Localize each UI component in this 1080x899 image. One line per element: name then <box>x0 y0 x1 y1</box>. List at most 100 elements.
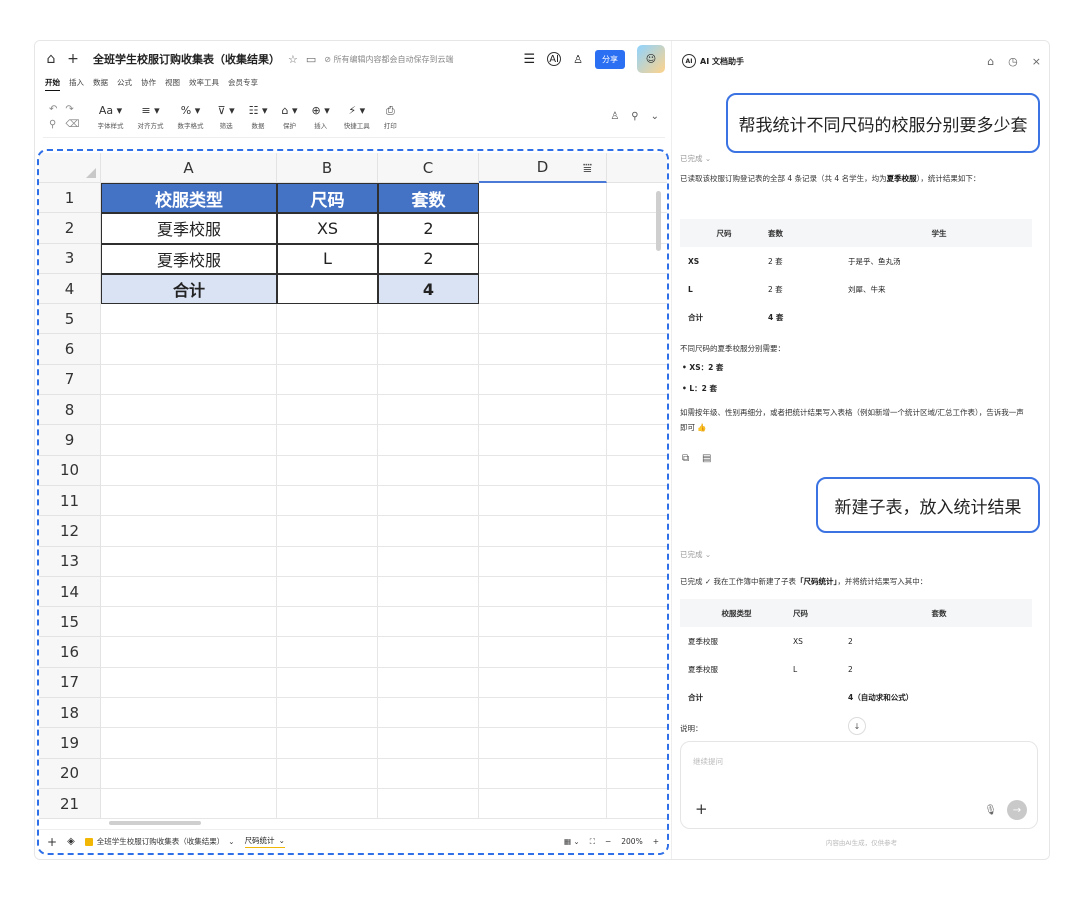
cell-b15[interactable] <box>277 607 378 638</box>
cell-c20[interactable] <box>378 758 479 789</box>
cell-e17[interactable] <box>607 668 667 699</box>
cell-c15[interactable] <box>378 607 479 638</box>
cell-b8[interactable] <box>277 395 378 426</box>
cell-c3[interactable]: 2 <box>378 243 479 274</box>
cell-b5[interactable] <box>277 304 378 335</box>
home-icon[interactable]: ⌂ <box>43 51 59 67</box>
cell-c7[interactable] <box>378 364 479 396</box>
cell-a5[interactable] <box>101 304 277 335</box>
menu-item-insert[interactable]: 插入 <box>69 77 84 91</box>
cell-c4[interactable]: 4 <box>378 273 479 305</box>
ai-icon[interactable]: AI <box>547 52 562 66</box>
vertical-scrollbar[interactable] <box>656 191 661 251</box>
status-completed-2[interactable]: 已完成 ⌄ <box>680 549 711 560</box>
align-button[interactable]: ≡ ▾ 对齐方式 <box>138 104 164 130</box>
cell-c10[interactable] <box>378 455 479 486</box>
cell-a19[interactable] <box>101 728 277 759</box>
cell-a2[interactable]: 夏季校服 <box>101 213 277 244</box>
cell-a21[interactable] <box>101 788 277 820</box>
cell-c9[interactable] <box>378 425 479 456</box>
cell-d6[interactable] <box>479 334 607 365</box>
print-button[interactable]: ⎙ 打印 <box>384 104 397 130</box>
cell-c21[interactable] <box>378 788 479 820</box>
menu-item-view[interactable]: 视图 <box>165 77 180 91</box>
chevron-down-icon[interactable]: ⌄ <box>651 111 659 122</box>
cell-a3[interactable]: 夏季校服 <box>101 243 277 274</box>
menu-item-data[interactable]: 数据 <box>93 77 108 91</box>
save-icon[interactable]: ▤ <box>702 453 711 464</box>
cell-d11[interactable] <box>479 485 607 517</box>
pin-icon[interactable]: ⌂ <box>987 55 994 68</box>
cell-b13[interactable] <box>277 546 378 577</box>
cell-d4[interactable] <box>479 273 607 305</box>
row-header[interactable]: 10 <box>39 455 101 486</box>
cell-b4[interactable] <box>277 273 378 305</box>
row-header[interactable]: 18 <box>39 698 101 729</box>
row-header[interactable]: 5 <box>39 304 101 335</box>
cell-e18[interactable] <box>607 698 667 729</box>
undo-icon[interactable]: ↶ <box>49 104 57 115</box>
history-icon[interactable]: ◷ <box>1008 55 1018 68</box>
row-header[interactable]: 17 <box>39 667 101 699</box>
cell-e5[interactable] <box>607 304 667 335</box>
row-header[interactable]: 20 <box>39 758 101 789</box>
cell-e20[interactable] <box>607 759 667 789</box>
sheet-tab-size-stats[interactable]: 尺码统计 ⌄ <box>244 835 285 848</box>
cell-e9[interactable] <box>607 425 667 456</box>
star-icon[interactable]: ☆ <box>288 53 298 66</box>
filter-button[interactable]: ⊽ ▾ 筛选 <box>218 104 235 130</box>
status-completed-1[interactable]: 已完成 ⌄ <box>680 153 711 164</box>
row-header[interactable]: 8 <box>39 395 101 426</box>
cell-c19[interactable] <box>378 728 479 759</box>
cell-d14[interactable] <box>479 576 607 608</box>
cell-c12[interactable] <box>378 516 479 547</box>
row-header[interactable]: 15 <box>39 607 101 638</box>
document-title[interactable]: 全班学生校服订购收集表（收集结果） <box>93 51 280 67</box>
cell-c16[interactable] <box>378 637 479 668</box>
view-mode-icon[interactable]: ▦ ⌄ <box>564 837 580 846</box>
cell-c2[interactable]: 2 <box>378 213 479 244</box>
format-painter-icon[interactable]: ⚲ <box>49 119 57 130</box>
row-header[interactable]: 1 <box>39 183 101 214</box>
cell-e8[interactable] <box>607 395 667 426</box>
add-sheet-icon[interactable]: + <box>47 835 57 849</box>
cell-a1[interactable]: 校服类型 <box>101 183 277 214</box>
cell-c6[interactable] <box>378 334 479 365</box>
menu-icon[interactable]: ☰ <box>523 52 535 67</box>
close-icon[interactable]: × <box>1032 55 1041 68</box>
column-filter-icon[interactable]: ⩸ <box>583 159 592 177</box>
cell-d7[interactable] <box>479 364 607 396</box>
fullscreen-icon[interactable]: ⛶ <box>590 837 595 847</box>
cell-b6[interactable] <box>277 334 378 365</box>
cell-d20[interactable] <box>479 758 607 789</box>
row-header[interactable]: 7 <box>39 364 101 396</box>
cell-b7[interactable] <box>277 364 378 396</box>
person-icon[interactable]: ♙ <box>610 111 619 122</box>
cell-a8[interactable] <box>101 395 277 426</box>
zoom-out-button[interactable]: − <box>605 837 611 846</box>
cell-e16[interactable] <box>607 637 667 668</box>
row-header[interactable]: 11 <box>39 485 101 517</box>
cell-e13[interactable] <box>607 547 667 577</box>
font-style-button[interactable]: Aa ▾ 字体样式 <box>98 104 124 130</box>
cell-b2[interactable]: XS <box>277 213 378 244</box>
cell-e7[interactable] <box>607 365 667 396</box>
cell-a9[interactable] <box>101 425 277 456</box>
cell-a10[interactable] <box>101 455 277 486</box>
row-header[interactable]: 3 <box>39 243 101 274</box>
eraser-icon[interactable]: ⌫ <box>65 119 79 130</box>
cell-b17[interactable] <box>277 667 378 699</box>
share-button[interactable]: 分享 <box>595 49 625 69</box>
cell-b3[interactable]: L <box>277 243 378 274</box>
horizontal-scrollbar[interactable] <box>109 821 201 825</box>
cell-c1[interactable]: 套数 <box>378 183 479 214</box>
folder-icon[interactable]: ▭ <box>306 53 316 66</box>
row-header[interactable]: 12 <box>39 516 101 547</box>
layers-icon[interactable]: ◈ <box>67 836 75 847</box>
row-header[interactable]: 6 <box>39 334 101 365</box>
quick-tools-button[interactable]: ⚡ ▾ 快捷工具 <box>344 104 370 130</box>
cell-c14[interactable] <box>378 576 479 608</box>
cell-d3[interactable] <box>479 243 607 274</box>
cell-b14[interactable] <box>277 576 378 608</box>
row-header[interactable]: 14 <box>39 576 101 608</box>
